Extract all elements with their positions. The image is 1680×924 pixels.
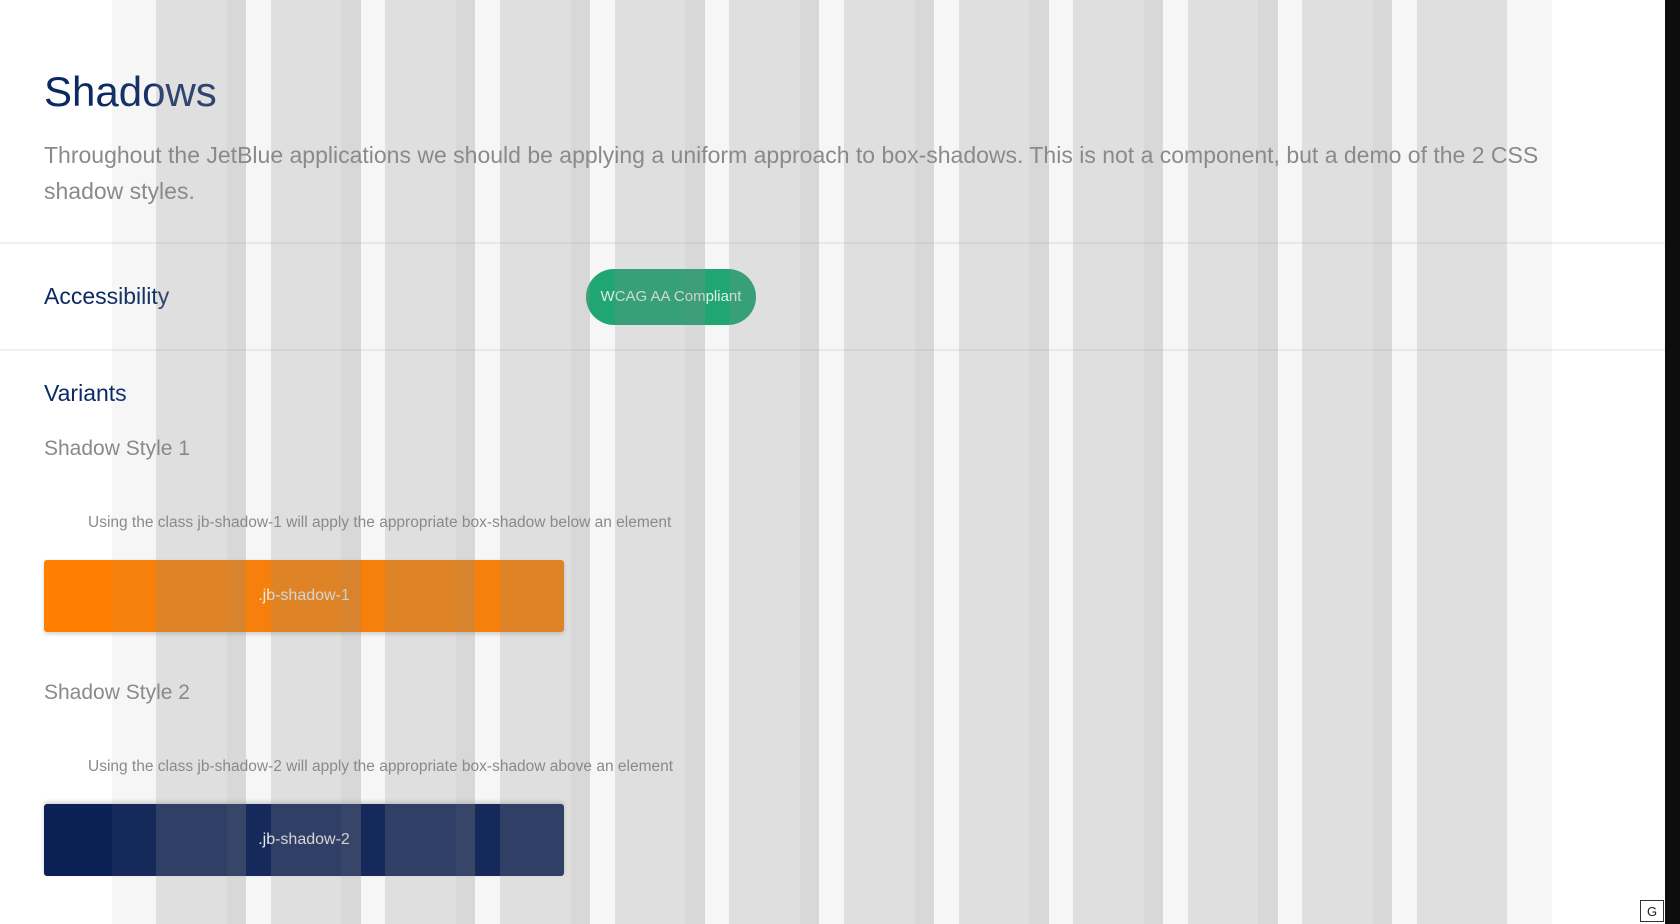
wcag-compliance-badge: WCAG AA Compliant [586, 269, 756, 325]
page-title: Shadows [44, 68, 217, 115]
window-edge [1665, 0, 1680, 924]
shadow-style-1-demo: .jb-shadow-1 [44, 560, 564, 632]
section-divider [0, 349, 1665, 351]
shadow-style-2-description: Using the class jb-shadow-2 will apply t… [88, 758, 674, 775]
grid-toggle-button[interactable]: G [1640, 900, 1664, 922]
accessibility-heading: Accessibility [44, 283, 170, 309]
section-divider [0, 242, 1665, 244]
shadows-docs-page: Shadows Throughout the JetBlue applicati… [0, 0, 1680, 924]
variants-heading: Variants [44, 380, 127, 406]
shadow-style-2-demo: .jb-shadow-2 [44, 804, 564, 876]
shadow-style-2-heading: Shadow Style 2 [44, 681, 190, 704]
shadow-style-1-heading: Shadow Style 1 [44, 437, 190, 460]
page-intro: Throughout the JetBlue applications we s… [44, 142, 1539, 204]
shadow-style-1-description: Using the class jb-shadow-1 will apply t… [88, 514, 672, 531]
